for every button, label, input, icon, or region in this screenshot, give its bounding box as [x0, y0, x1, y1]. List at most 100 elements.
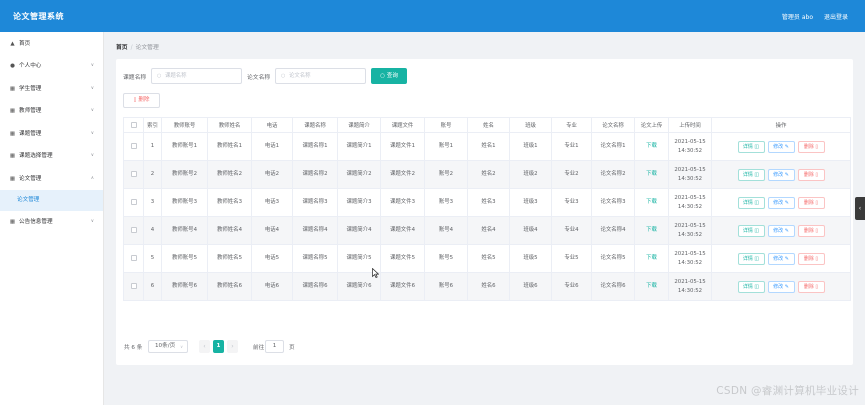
page-number-current[interactable]: 1: [213, 340, 224, 353]
delete-button[interactable]: 删除 ▯: [797, 168, 825, 181]
edit-button[interactable]: 修改 ✎: [767, 140, 795, 153]
row-checkbox[interactable]: [130, 282, 137, 289]
next-page-button[interactable]: ›: [227, 340, 238, 353]
cell-text: 课题文件1: [390, 143, 415, 150]
delete-button[interactable]: 删除 ▯: [797, 252, 825, 265]
edit-button[interactable]: 修改 ✎: [767, 252, 795, 265]
table-cell: 教师姓名6: [207, 272, 252, 301]
row-checkbox[interactable]: [130, 142, 137, 149]
table-cell: 课题简介3: [337, 188, 381, 217]
breadcrumb: 首页 / 论文管理: [116, 42, 159, 51]
table-cell: 姓名6: [467, 272, 510, 301]
download-link[interactable]: 下载: [646, 283, 657, 289]
select-all-checkbox[interactable]: [130, 121, 137, 128]
detail-icon: ◫: [752, 171, 760, 178]
cell-text: 教师账号1: [172, 143, 197, 150]
sidebar-item-students[interactable]: ▦ 学生管理 ∨: [0, 78, 103, 101]
table-cell: 专业2: [551, 160, 592, 189]
table-header-row: 索引 教师账号 教师姓名 电话 课题名称 课题简介 课题文件 账号 姓名 班级 …: [123, 117, 851, 133]
delete-button-label: 删除: [803, 171, 814, 178]
cell-text: 账号3: [438, 199, 454, 206]
table-cell: 电话1: [251, 132, 293, 161]
goto-page-input[interactable]: 1: [265, 340, 284, 353]
table-cell: 班级3: [509, 188, 552, 217]
download-link[interactable]: 下载: [646, 227, 657, 233]
cell-text: 班级4: [523, 227, 538, 234]
papers-table: 索引 教师账号 教师姓名 电话 课题名称 课题简介 课题文件 账号 姓名 班级 …: [123, 117, 851, 301]
table-cell: 1: [143, 132, 162, 161]
sidebar-subitem-paper-management[interactable]: 论文管理: [0, 190, 103, 211]
edit-button[interactable]: 修改 ✎: [767, 196, 795, 209]
edit-button[interactable]: 修改 ✎: [767, 280, 795, 293]
delete-button-label: 删除: [803, 143, 814, 150]
cell-text: 账号4: [438, 227, 454, 234]
sidebar-item-topics[interactable]: ▦ 课题管理 ∨: [0, 123, 103, 146]
table-cell: 4: [143, 216, 162, 245]
cell-text: 3: [150, 199, 155, 206]
grid-icon: ▦: [9, 108, 16, 114]
detail-button[interactable]: 详情 ◫: [737, 252, 765, 265]
bulk-delete-label: 删除: [138, 97, 150, 103]
sidebar-item-papers[interactable]: ▦ 论文管理 ∧: [0, 168, 103, 191]
sidebar-item-home[interactable]: ▲ 首页: [0, 33, 103, 56]
logout-link[interactable]: 退出登录: [824, 12, 848, 21]
download-link[interactable]: 下载: [646, 143, 657, 149]
table-cell: 教师姓名3: [207, 188, 252, 217]
mouse-cursor-icon: [372, 268, 379, 278]
cell-text: 教师账号5: [172, 255, 197, 262]
download-link[interactable]: 下载: [646, 171, 657, 177]
table-cell: 教师账号4: [161, 216, 208, 245]
breadcrumb-home[interactable]: 首页: [116, 45, 128, 51]
table-cell: 论文名称4: [591, 216, 635, 245]
cell-text: 账号2: [438, 171, 454, 178]
chevron-up-icon: ∧: [90, 175, 94, 181]
table-cell: 班级5: [509, 244, 552, 273]
table-cell: 姓名5: [467, 244, 510, 273]
topic-filter-label: 课题名称: [123, 75, 147, 81]
page-size-select[interactable]: 10条/页 ∨: [148, 340, 188, 353]
detail-button[interactable]: 详情 ◫: [737, 280, 765, 293]
download-link[interactable]: 下载: [646, 199, 657, 205]
detail-button[interactable]: 详情 ◫: [737, 140, 765, 153]
download-link[interactable]: 下载: [646, 255, 657, 261]
sidebar-item-teachers[interactable]: ▦ 教师管理 ∨: [0, 100, 103, 123]
table-cell: 课题名称5: [292, 244, 338, 273]
column-header: 姓名: [467, 117, 510, 133]
detail-button[interactable]: 详情 ◫: [737, 224, 765, 237]
detail-button[interactable]: 详情 ◫: [737, 196, 765, 209]
delete-button[interactable]: 删除 ▯: [797, 280, 825, 293]
row-checkbox[interactable]: [130, 170, 137, 177]
delete-button-label: 删除: [803, 199, 814, 206]
row-actions-cell: 详情 ◫ 修改 ✎ 删除 ▯: [711, 188, 851, 217]
bulk-delete-button[interactable]: ▯ 删除: [123, 93, 160, 108]
table-cell: 课题文件2: [380, 160, 425, 189]
sidebar-item-topic-selection[interactable]: ▦ 课题选择管理 ∨: [0, 145, 103, 168]
table-cell: 账号2: [424, 160, 468, 189]
sidebar-item-announcements[interactable]: ▦ 公告信息管理 ∨: [0, 211, 103, 234]
sidebar-item-profile[interactable]: ● 个人中心 ∨: [0, 55, 103, 78]
row-checkbox[interactable]: [130, 226, 137, 233]
paper-search-box[interactable]: ○: [275, 68, 366, 84]
table-cell: 账号3: [424, 188, 468, 217]
paper-search-input[interactable]: [289, 70, 363, 82]
table-cell: 账号1: [424, 132, 468, 161]
drawer-toggle[interactable]: ‹: [855, 197, 865, 220]
chevron-right-icon: ›: [231, 343, 234, 350]
search-button[interactable]: ○ 查询: [371, 68, 407, 84]
edit-button[interactable]: 修改 ✎: [767, 224, 795, 237]
delete-button[interactable]: 删除 ▯: [797, 140, 825, 153]
topic-search-input[interactable]: [165, 70, 239, 82]
row-actions-cell: 详情 ◫ 修改 ✎ 删除 ▯: [711, 132, 851, 161]
delete-button[interactable]: 删除 ▯: [797, 224, 825, 237]
grid-icon: ▦: [9, 153, 16, 159]
prev-page-button[interactable]: ‹: [199, 340, 210, 353]
table-cell: 电话2: [251, 160, 293, 189]
table-cell: 课题文件3: [380, 188, 425, 217]
row-checkbox[interactable]: [130, 198, 137, 205]
row-select-cell: [123, 160, 144, 189]
edit-button[interactable]: 修改 ✎: [767, 168, 795, 181]
detail-button[interactable]: 详情 ◫: [737, 168, 765, 181]
topic-search-box[interactable]: ○: [151, 68, 242, 84]
delete-button[interactable]: 删除 ▯: [797, 196, 825, 209]
row-checkbox[interactable]: [130, 254, 137, 261]
